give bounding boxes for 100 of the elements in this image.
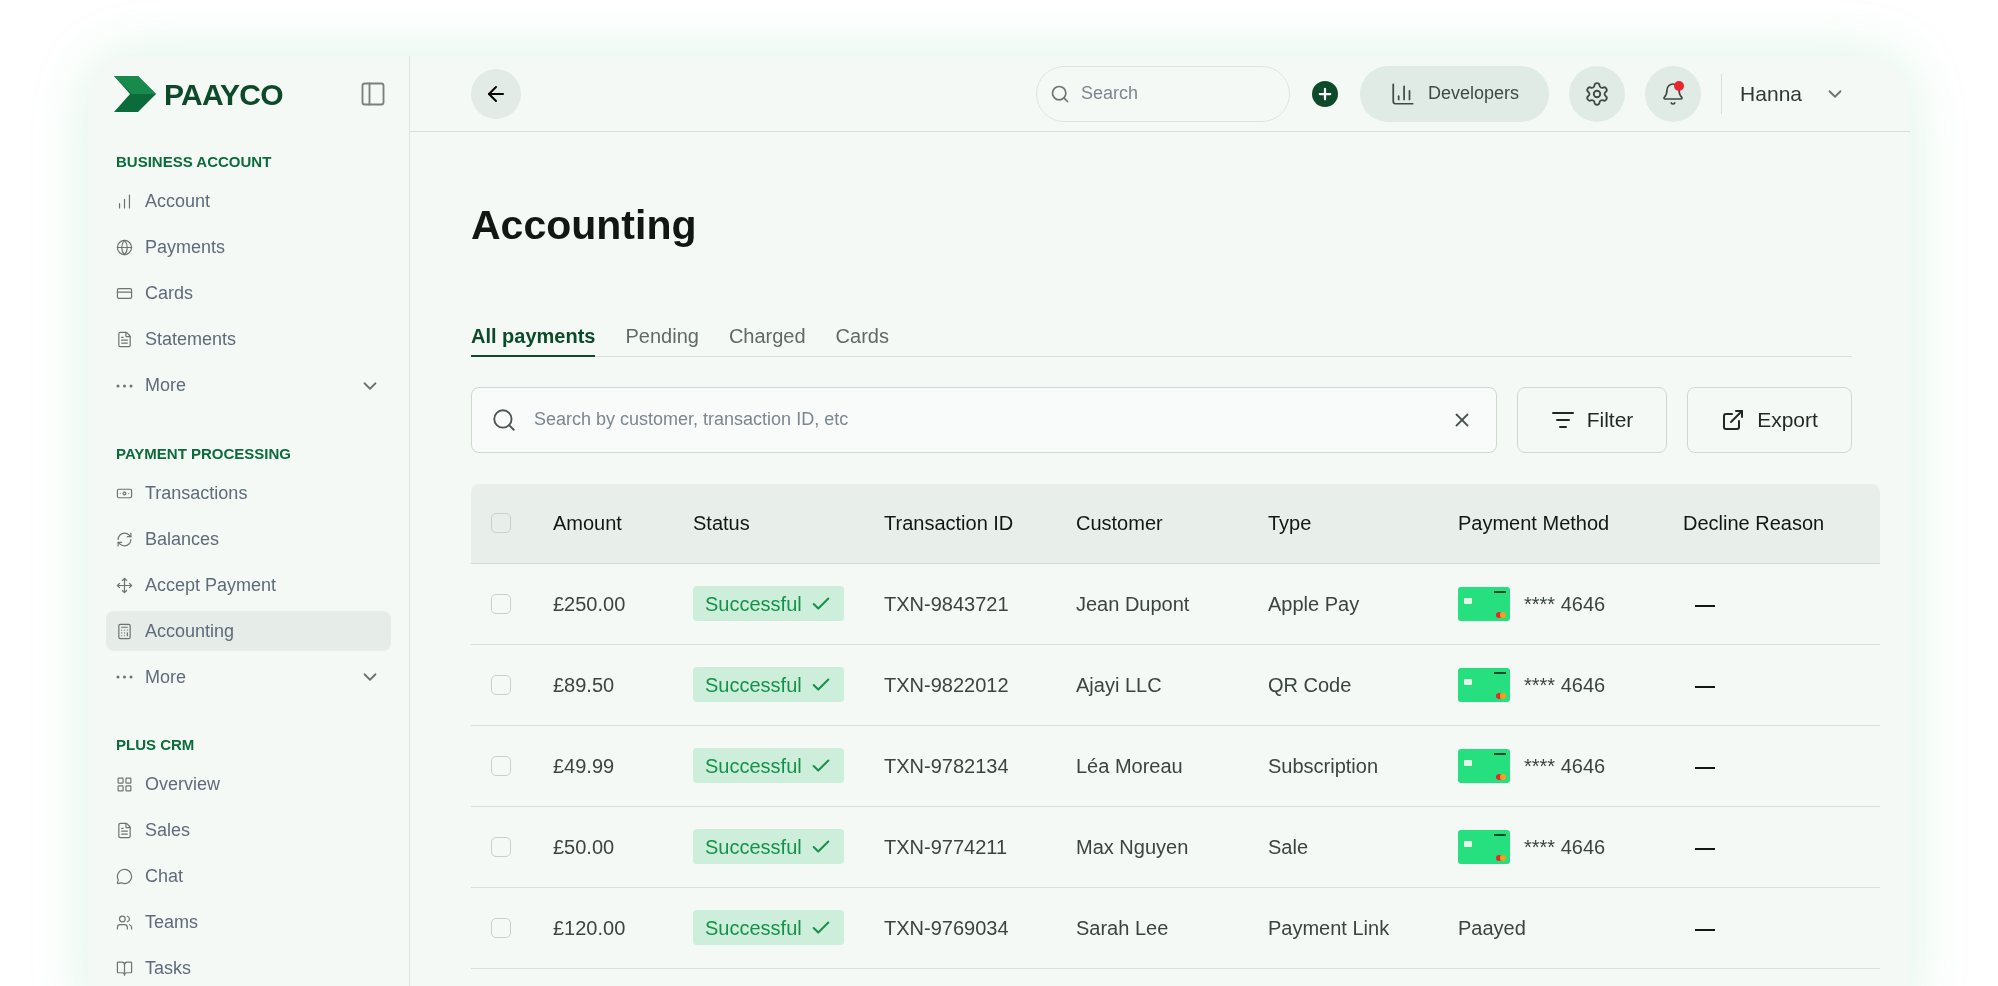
sidebar-item[interactable]: Accounting	[106, 611, 391, 651]
table-cell-text: TXN-9782134	[884, 753, 1010, 779]
table-cell-text: **** 4646	[1524, 834, 1606, 860]
table-cell-text: TXN-9774211	[884, 834, 1009, 860]
table-cell-text: —	[1694, 672, 1716, 698]
add-button[interactable]	[1312, 80, 1339, 107]
checkbox[interactable]	[491, 917, 511, 938]
section-title: PLUS CRM	[115, 735, 196, 755]
move-icon	[116, 576, 133, 594]
sidebar-item[interactable]: Sales	[106, 810, 391, 851]
column-header: Amount	[553, 511, 623, 536]
table-cell-text: Payment Link	[1268, 915, 1391, 941]
bar-chart-icon	[116, 193, 133, 210]
bar-chart-icon	[1390, 80, 1417, 107]
table-cell-text: £50.00	[553, 834, 616, 860]
sidebar-item[interactable]: Cards	[106, 273, 391, 314]
refresh-icon	[116, 530, 133, 548]
checkbox[interactable]	[491, 593, 511, 614]
sidebar-item[interactable]: More	[106, 657, 391, 697]
table-cell-text: Subscription	[1268, 753, 1380, 779]
column-header: Type	[1268, 511, 1313, 536]
sidebar-item[interactable]: Statements	[106, 319, 391, 360]
card-icon	[1458, 829, 1510, 864]
column-header: Transaction ID	[884, 511, 1015, 536]
table-cell-text: TXN-9822012	[884, 672, 1010, 698]
more-icon	[116, 383, 133, 388]
search-icon	[1050, 83, 1071, 104]
table-cell-text: £49.99	[553, 753, 616, 779]
search-field[interactable]: Search	[1036, 65, 1291, 122]
checkbox[interactable]	[491, 836, 511, 857]
table-search-field[interactable]: Search by customer, transaction ID, etc	[471, 386, 1497, 453]
table-cell-text: £89.50	[553, 672, 616, 698]
sidebar-item[interactable]: Chat	[106, 856, 391, 897]
sidebar-item[interactable]: Account	[106, 181, 391, 222]
column-header: Decline Reason	[1683, 511, 1826, 536]
sidebar-item[interactable]: Balances	[106, 519, 391, 559]
grid-icon	[116, 776, 133, 793]
sidebar-item[interactable]: More	[106, 365, 391, 406]
sidebar-item[interactable]: Tasks	[106, 948, 391, 986]
chat-icon	[116, 868, 133, 885]
table-cell-text: —	[1694, 591, 1716, 617]
table-cell-text: £120.00	[553, 915, 627, 941]
back-button[interactable]	[471, 68, 521, 119]
globe-icon	[116, 239, 133, 256]
tab[interactable]: Cards	[835, 316, 889, 357]
table-cell-text: Sarah Lee	[1076, 915, 1170, 941]
book-icon	[116, 960, 133, 977]
table-cell-text: TXN-9843721	[884, 591, 1010, 617]
users-icon	[116, 914, 133, 931]
logo-text: PAAYCO	[164, 76, 283, 113]
tab[interactable]: Pending	[625, 316, 699, 357]
sidebar-item[interactable]: Teams	[106, 902, 391, 943]
tab[interactable]: Charged	[728, 316, 806, 357]
checkbox[interactable]	[491, 674, 511, 695]
table-cell-text: TXN-9769034	[884, 915, 1010, 941]
table-cell-text: Max Nguyen	[1076, 834, 1190, 860]
external-link-icon	[1721, 407, 1746, 432]
checkbox[interactable]	[491, 755, 511, 776]
table-cell-text: —	[1694, 834, 1716, 860]
user-menu[interactable]: Hanna	[1740, 77, 1846, 110]
table-cell-text: Sale	[1268, 834, 1310, 860]
table-cell-text: Paayed	[1458, 915, 1526, 941]
tab[interactable]: All payments	[471, 316, 596, 357]
sidebar-toggle-icon[interactable]	[359, 80, 387, 108]
column-header: Payment Method	[1458, 511, 1611, 536]
status-badge: Successful	[693, 586, 844, 621]
status-badge: Successful	[693, 910, 844, 945]
card-icon	[1458, 748, 1510, 783]
more-icon	[116, 675, 133, 679]
export-button[interactable]: Export	[1687, 386, 1852, 453]
status-badge: Successful	[693, 748, 844, 783]
status-badge: Successful	[693, 667, 844, 702]
sidebar-item[interactable]: Overview	[106, 764, 391, 805]
document-icon	[116, 822, 133, 839]
checkbox[interactable]	[491, 513, 511, 533]
sidebar-item[interactable]: Transactions	[106, 473, 391, 513]
search-icon	[491, 406, 517, 433]
document-icon	[116, 331, 133, 348]
table-cell-text: —	[1694, 915, 1716, 941]
card-icon	[1458, 586, 1510, 621]
card-icon	[1458, 667, 1510, 702]
column-header: Status	[693, 511, 751, 536]
table-cell-text: —	[1694, 753, 1716, 779]
column-header: Customer	[1076, 511, 1164, 536]
table-cell-text: QR Code	[1268, 672, 1353, 698]
table-cell-text: **** 4646	[1524, 672, 1606, 698]
filter-button[interactable]: Filter	[1517, 386, 1667, 453]
table-cell-text: Jean Dupont	[1076, 591, 1191, 617]
developers-button[interactable]: Developers	[1360, 65, 1550, 122]
settings-icon	[1584, 80, 1611, 107]
table-cell-text: Ajayi LLC	[1076, 672, 1163, 698]
table-cell-text: Léa Moreau	[1076, 753, 1184, 779]
section-title: PAYMENT PROCESSING	[115, 443, 293, 464]
page-title: Accounting	[471, 201, 698, 250]
table-cell-text: **** 4646	[1524, 591, 1606, 617]
card-icon	[116, 285, 133, 302]
sidebar-item[interactable]: Payments	[106, 227, 391, 268]
sidebar-item[interactable]: Accept Payment	[106, 565, 391, 605]
table-cell-text: £250.00	[553, 591, 627, 617]
table-cell-text: **** 4646	[1524, 753, 1606, 779]
